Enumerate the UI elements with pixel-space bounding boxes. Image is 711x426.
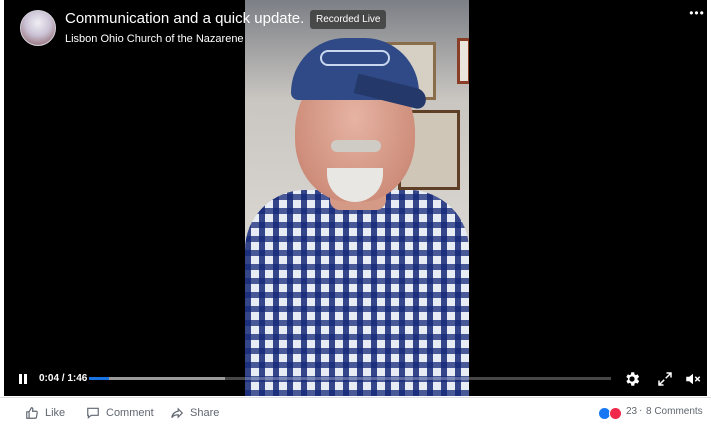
video-title[interactable]: Communication and a quick update. (65, 10, 304, 27)
time-display: 0:04 / 1:46 (39, 373, 88, 384)
pause-button[interactable] (17, 373, 29, 385)
page-avatar[interactable] (20, 10, 56, 46)
pause-icon (19, 374, 22, 384)
comment-label: Comment (106, 406, 154, 419)
like-label: Like (45, 406, 66, 419)
speaker-muted-icon[interactable] (684, 370, 702, 388)
wall-picture-frame (457, 38, 469, 84)
speaker-mustache (331, 140, 381, 152)
share-button[interactable]: Share (170, 398, 219, 426)
like-button[interactable]: Like (25, 398, 65, 426)
separator-dot: · (639, 405, 643, 416)
pause-icon-bar (24, 374, 27, 384)
reaction-count[interactable]: 23 (626, 406, 637, 417)
progress-bar[interactable] (89, 377, 611, 380)
thumbs-up-icon (26, 406, 38, 419)
post-action-bar: Like Comment Share 23 · 8 Comments (0, 397, 711, 426)
speaker-shirt (245, 190, 469, 396)
speech-bubble-icon (87, 407, 99, 419)
comment-button[interactable]: Comment (86, 398, 154, 426)
more-options-button[interactable]: ••• (688, 6, 706, 20)
comments-count-link[interactable]: 8 Comments (646, 406, 703, 417)
video-player[interactable]: Communication and a quick update. Record… (4, 0, 707, 396)
love-reaction-icon (609, 407, 622, 420)
progress-played (89, 377, 109, 380)
page-name-link[interactable]: Lisbon Ohio Church of the Nazarene (65, 33, 244, 45)
share-arrow-icon (171, 407, 184, 418)
reaction-icons[interactable] (598, 407, 624, 420)
progress-buffered (89, 377, 225, 380)
share-label: Share (190, 406, 220, 419)
cap-logo (320, 50, 390, 66)
gear-icon[interactable] (623, 370, 641, 388)
recorded-live-badge: Recorded Live (310, 10, 387, 29)
expand-icon[interactable] (656, 370, 674, 388)
video-frame[interactable] (245, 0, 469, 396)
